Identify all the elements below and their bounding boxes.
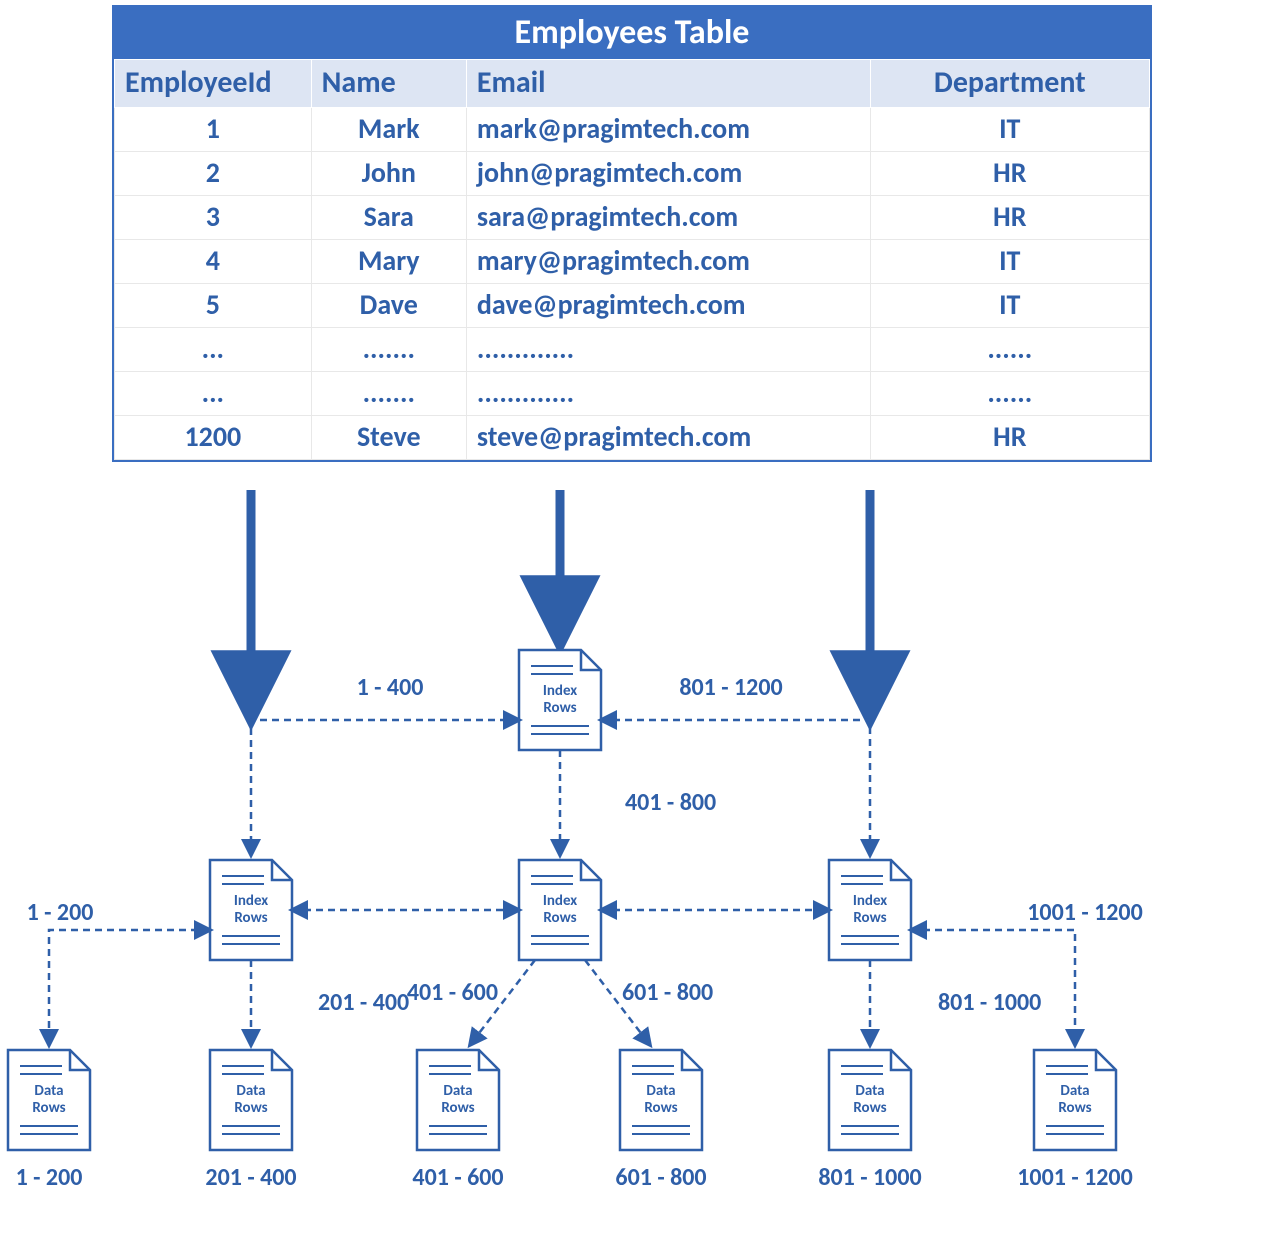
node-label: Rows [441,1099,474,1117]
node-label: Rows [543,909,576,927]
cell-name: Mary [311,240,466,284]
cell-name: ....... [311,372,466,416]
cell-department: IT [870,284,1149,328]
cell-id: 2 [115,152,312,196]
node-label: Data [646,1082,675,1100]
node-label: Rows [234,1099,267,1117]
cell-name: John [311,152,466,196]
index-node-mid: Index Rows [519,860,601,960]
index-node-right: Index Rows [829,860,911,960]
table-row: ............................. [115,328,1150,372]
node-label: Data [236,1082,265,1100]
cell-name: Sara [311,196,466,240]
table-header-row: EmployeeId Name Email Department [115,60,1150,108]
range-l2-1: 1 - 200 [27,898,94,927]
node-label: Data [855,1082,884,1100]
table-row: 1200Stevesteve@pragimtech.comHR [115,416,1150,460]
edge-left-1 [49,930,210,1045]
index-node-left: Index Rows [210,860,292,960]
node-label: Rows [853,909,886,927]
range-root-right: 801 - 1200 [679,673,782,702]
data-node-1: Data Rows [8,1050,90,1150]
employees-table: Employees Table EmployeeId Name Email De… [112,5,1152,462]
node-label: Rows [644,1099,677,1117]
range-root-mid: 401 - 800 [625,788,716,817]
index-tree-diagram: Index Rows 1 - 400 801 - 1200 401 - 800 … [0,490,1271,1246]
table-row: 4Marymary@pragimtech.comIT [115,240,1150,284]
cell-id: 1 [115,108,312,152]
cell-email: sara@pragimtech.com [466,196,870,240]
header-department: Department [870,60,1149,108]
cell-id: 4 [115,240,312,284]
cell-department: HR [870,152,1149,196]
cell-email: mary@pragimtech.com [466,240,870,284]
node-label: Data [443,1082,472,1100]
cell-id: ... [115,328,312,372]
cell-name: ....... [311,328,466,372]
range-l2-6: 1001 - 1200 [1027,898,1143,927]
leaf-range-2: 201 - 400 [205,1163,296,1192]
header-name: Name [311,60,466,108]
node-label: Rows [853,1099,886,1117]
cell-email: ............. [466,328,870,372]
node-label: Index [543,892,577,910]
cell-email: dave@pragimtech.com [466,284,870,328]
leaf-range-1: 1 - 200 [16,1163,83,1192]
node-label: Data [34,1082,63,1100]
table-row: 1Markmark@pragimtech.comIT [115,108,1150,152]
node-label: Rows [1058,1099,1091,1117]
range-l2-5: 801 - 1000 [938,988,1041,1017]
root-index-node: Index Rows [519,650,601,750]
cell-department: IT [870,240,1149,284]
cell-name: Dave [311,284,466,328]
node-label: Index [853,892,887,910]
cell-name: Mark [311,108,466,152]
header-email: Email [466,60,870,108]
cell-department: IT [870,108,1149,152]
leaf-range-3: 401 - 600 [412,1163,503,1192]
data-node-2: Data Rows [210,1050,292,1150]
cell-id: 5 [115,284,312,328]
header-id: EmployeeId [115,60,312,108]
cell-department: ...... [870,328,1149,372]
node-label: Rows [543,699,576,717]
range-l2-2: 201 - 400 [318,988,409,1017]
leaf-range-5: 801 - 1000 [818,1163,921,1192]
cell-email: ............. [466,372,870,416]
cell-name: Steve [311,416,466,460]
range-l2-3: 401 - 600 [407,978,498,1007]
node-label: Index [234,892,268,910]
data-node-6: Data Rows [1034,1050,1116,1150]
table-row: ............................. [115,372,1150,416]
node-label: Rows [32,1099,65,1117]
cell-id: 3 [115,196,312,240]
node-label: Data [1060,1082,1089,1100]
table-row: 2Johnjohn@pragimtech.comHR [115,152,1150,196]
node-label: Rows [234,909,267,927]
cell-id: ... [115,372,312,416]
edge-root-left [251,720,519,855]
range-l2-4: 601 - 800 [622,978,713,1007]
data-node-3: Data Rows [417,1050,499,1150]
node-label: Index [543,682,577,700]
data-node-5: Data Rows [829,1050,911,1150]
cell-department: HR [870,196,1149,240]
cell-department: HR [870,416,1149,460]
cell-department: ...... [870,372,1149,416]
data-node-4: Data Rows [620,1050,702,1150]
cell-id: 1200 [115,416,312,460]
cell-email: steve@pragimtech.com [466,416,870,460]
cell-email: john@pragimtech.com [466,152,870,196]
table-grid: EmployeeId Name Email Department 1Markma… [114,59,1150,460]
leaf-range-4: 601 - 800 [615,1163,706,1192]
cell-email: mark@pragimtech.com [466,108,870,152]
table-title: Employees Table [114,7,1150,59]
table-row: 3Sarasara@pragimtech.comHR [115,196,1150,240]
table-row: 5Davedave@pragimtech.comIT [115,284,1150,328]
range-root-left: 1 - 400 [357,673,424,702]
leaf-range-6: 1001 - 1200 [1017,1163,1133,1192]
